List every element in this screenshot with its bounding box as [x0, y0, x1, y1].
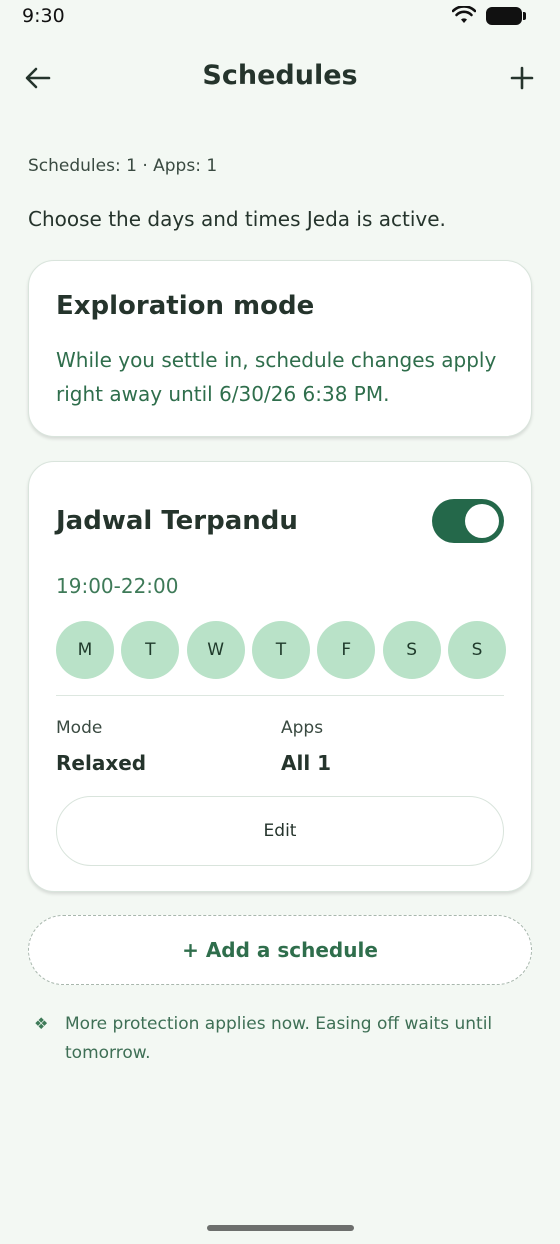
plus-icon [510, 66, 534, 90]
add-schedule-button[interactable]: + Add a schedule [28, 915, 532, 985]
exploration-title: Exploration mode [56, 291, 315, 321]
app-header: Schedules [0, 50, 560, 104]
intro-text: Choose the days and times Jeda is active… [28, 207, 446, 231]
exploration-body: While you settle in, schedule changes ap… [56, 348, 497, 406]
wifi-icon [452, 6, 476, 23]
toggle-knob [465, 504, 499, 538]
schedule-card: Jadwal Terpandu 19:00-22:00 M T W T F S … [28, 461, 532, 892]
page-title: Schedules [202, 60, 358, 91]
day-chip-tuesday[interactable]: T [121, 621, 180, 679]
schedule-summary: Schedules: 1 · Apps: 1 [28, 156, 218, 176]
schedule-toggle[interactable] [432, 499, 504, 543]
status-time: 9:30 [22, 5, 65, 27]
apps-label: Apps [281, 718, 324, 738]
mode-value: Relaxed [56, 751, 147, 775]
day-chip-friday[interactable]: F [317, 621, 376, 679]
diamond-sparkle-icon: ❖ [34, 1014, 49, 1033]
battery-icon [486, 7, 526, 25]
home-indicator[interactable] [207, 1225, 354, 1231]
schedules-screen: 9:30 Schedules Schedules: 1 · Apps: 1 Ch… [0, 0, 560, 1244]
divider [56, 695, 504, 696]
day-chips: M T W T F S S [56, 621, 506, 679]
schedule-time-range: 19:00-22:00 [56, 574, 179, 598]
schedule-name: Jadwal Terpandu [56, 506, 298, 536]
apps-value: All 1 [281, 751, 332, 775]
add-button[interactable] [502, 58, 542, 98]
mode-label: Mode [56, 718, 103, 738]
day-chip-sunday[interactable]: S [447, 621, 506, 679]
day-chip-monday[interactable]: M [56, 621, 114, 679]
day-chip-thursday[interactable]: T [251, 621, 310, 679]
exploration-mode-card: Exploration mode While you settle in, sc… [28, 260, 532, 437]
day-chip-wednesday[interactable]: W [186, 621, 245, 679]
day-chip-saturday[interactable]: S [382, 621, 441, 679]
note-text: More protection applies now. Easing off … [65, 1014, 493, 1063]
edit-button[interactable]: Edit [56, 796, 504, 866]
status-bar: 9:30 [0, 0, 560, 34]
